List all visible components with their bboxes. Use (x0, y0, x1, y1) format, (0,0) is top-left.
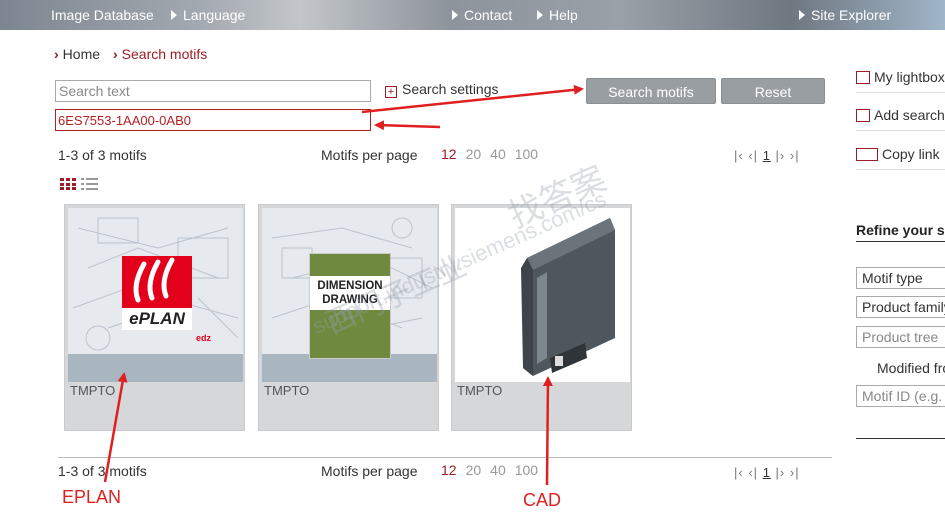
divider (856, 438, 945, 439)
plus-icon: + (385, 86, 397, 98)
nav-help[interactable]: Help (537, 7, 578, 23)
nav-contact-label: Contact (464, 7, 513, 23)
triangle-right-icon (171, 10, 177, 20)
divider (58, 457, 832, 458)
prev-page-icon[interactable]: ‹| (748, 465, 758, 480)
dimension-logo-band-top (310, 254, 390, 276)
motif-id-input[interactable] (55, 109, 371, 131)
triangle-right-icon (799, 10, 805, 20)
results-count-bottom: 1-3 of 3 motifs (58, 463, 147, 479)
dimension-drawing-logo: DIMENSION DRAWING (309, 253, 391, 359)
page-number[interactable]: 1 (763, 148, 771, 163)
motif-type-select[interactable]: Motif type (856, 267, 945, 289)
results-count: 1-3 of 3 motifs (58, 147, 147, 163)
breadcrumb-home-label: Home (62, 46, 101, 62)
modified-from-label: Modified fro (877, 360, 945, 376)
per-page-options: 12 20 40 100 (441, 146, 547, 162)
motif-id-filter-input[interactable]: Motif ID (e.g. (856, 385, 945, 407)
motif-thumbnail[interactable]: ePLAN edz (68, 208, 243, 382)
nav-site-explorer[interactable]: Site Explorer (799, 7, 891, 23)
search-motifs-button[interactable]: Search motifs (586, 78, 716, 104)
top-navigation-bar: Image Database Language Contact Help Sit… (0, 0, 945, 30)
search-settings-toggle[interactable]: + Search settings (385, 81, 499, 98)
pager: |‹ ‹| 1 |› ›| (734, 148, 800, 163)
list-view-icon[interactable] (81, 177, 98, 193)
motif-card-label: TMPTO (457, 383, 503, 398)
per-page-12[interactable]: 12 (441, 462, 457, 478)
triangle-right-icon (537, 10, 543, 20)
motif-thumbnail[interactable]: DIMENSION DRAWING (262, 208, 437, 382)
last-page-icon[interactable]: ›| (790, 148, 800, 163)
per-page-label-bottom: Motifs per page (321, 463, 418, 479)
grid-view-icon[interactable] (60, 177, 78, 193)
copy-link-label: Copy link (882, 146, 940, 162)
per-page-40[interactable]: 40 (490, 146, 506, 162)
chevron-right-icon: › (113, 46, 118, 62)
pager-bottom: |‹ ‹| 1 |› ›| (734, 465, 800, 480)
annotation-eplan: EPLAN (62, 487, 122, 507)
motif-card-cad[interactable]: TMPTO (451, 204, 632, 431)
add-search-link[interactable]: Add search (856, 107, 945, 123)
reset-button[interactable]: Reset (721, 78, 825, 104)
per-page-20[interactable]: 20 (466, 462, 482, 478)
chevron-right-icon: › (54, 46, 59, 62)
per-page-12[interactable]: 12 (441, 146, 457, 162)
product-tree-input[interactable]: Product tree (856, 326, 945, 348)
next-page-icon[interactable]: |› (776, 465, 786, 480)
per-page-100[interactable]: 100 (515, 146, 538, 162)
per-page-100[interactable]: 100 (515, 462, 538, 478)
add-search-label: Add search (874, 107, 945, 123)
my-lightbox-label: My lightbox (874, 69, 945, 85)
per-page-options-bottom: 12 20 40 100 (441, 462, 547, 478)
refine-title: Refine your se (856, 222, 945, 238)
nav-image-database[interactable]: Image Database (51, 7, 154, 23)
dimension-logo-line1: DIMENSION (317, 280, 383, 292)
prev-page-icon[interactable]: ‹| (748, 148, 758, 163)
search-settings-label: Search settings (402, 81, 499, 97)
next-page-icon[interactable]: |› (776, 148, 786, 163)
nav-site-explorer-label: Site Explorer (811, 7, 892, 23)
lightbox-icon (856, 71, 870, 84)
eplan-logo-text: ePLAN (122, 308, 192, 330)
thumbnail-floor (68, 354, 243, 382)
add-icon (856, 109, 870, 122)
breadcrumb-current-label: Search motifs (121, 46, 208, 62)
triangle-right-icon (452, 10, 458, 20)
divider (856, 169, 945, 170)
annotation-cad: CAD (523, 490, 562, 510)
dimension-logo-line2: DRAWING (322, 294, 378, 306)
per-page-label: Motifs per page (321, 147, 418, 163)
motif-card-label: TMPTO (264, 383, 310, 398)
page-number[interactable]: 1 (763, 465, 771, 480)
dimension-logo-band-bottom (310, 310, 390, 358)
product-family-select[interactable]: Product family (856, 296, 945, 318)
nav-language[interactable]: Language (171, 7, 245, 23)
divider (856, 92, 945, 93)
motif-card-label: TMPTO (70, 383, 116, 398)
first-page-icon[interactable]: |‹ (734, 465, 744, 480)
motif-thumbnail[interactable] (455, 208, 630, 382)
breadcrumb-current[interactable]: › Search motifs (113, 46, 207, 62)
eplan-logo: ePLAN (122, 256, 192, 330)
per-page-20[interactable]: 20 (466, 146, 482, 162)
nav-language-label: Language (183, 7, 246, 23)
last-page-icon[interactable]: ›| (790, 465, 800, 480)
per-page-40[interactable]: 40 (490, 462, 506, 478)
url-icon (856, 148, 878, 161)
motif-card-dimension-drawing[interactable]: DIMENSION DRAWING TMPTO (258, 204, 439, 431)
nav-help-label: Help (549, 7, 578, 23)
first-page-icon[interactable]: |‹ (734, 148, 744, 163)
cad-module-image (521, 218, 615, 376)
copy-link-link[interactable]: Copy link (856, 146, 940, 162)
motif-card-eplan[interactable]: ePLAN edz TMPTO (64, 204, 245, 431)
edz-label: edz (196, 333, 212, 343)
nav-contact[interactable]: Contact (452, 7, 512, 23)
search-text-input[interactable] (55, 80, 371, 102)
my-lightbox-link[interactable]: My lightbox (856, 69, 945, 85)
breadcrumb-home[interactable]: › Home (54, 46, 100, 62)
divider (856, 130, 945, 131)
divider (856, 241, 945, 242)
